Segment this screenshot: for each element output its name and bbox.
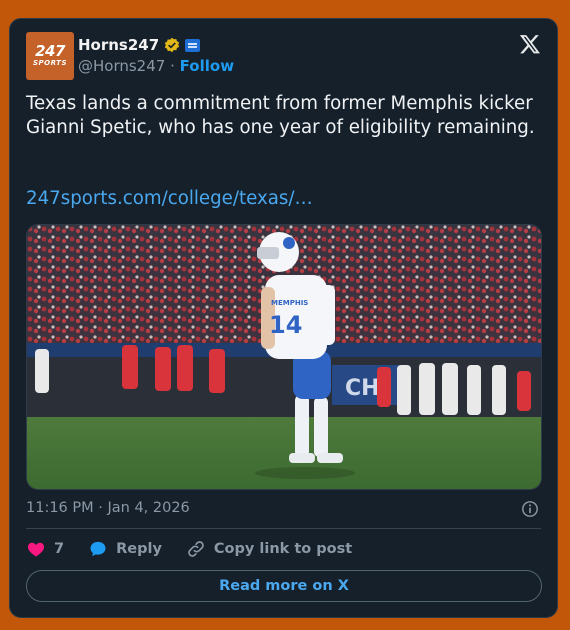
divider: [26, 528, 541, 529]
info-icon[interactable]: [521, 500, 539, 518]
verified-badge-icon: [165, 37, 180, 53]
article-link[interactable]: 247sports.com/college/texas/…: [26, 188, 313, 209]
author-handle[interactable]: @Horns247: [78, 57, 165, 75]
svg-text:14: 14: [269, 311, 302, 339]
x-logo-icon[interactable]: [519, 33, 541, 55]
author-name[interactable]: Horns247: [78, 36, 159, 54]
reply-button[interactable]: Reply: [88, 539, 162, 559]
svg-text:MEMPHIS: MEMPHIS: [271, 299, 308, 307]
read-more-button[interactable]: Read more on X: [26, 570, 542, 602]
follow-button[interactable]: Follow: [180, 57, 234, 75]
like-button[interactable]: 7: [26, 539, 64, 559]
like-count: 7: [54, 541, 65, 557]
reply-bubble-icon: [90, 541, 106, 557]
author-handle-row: @Horns247 · Follow: [78, 57, 234, 75]
reply-label: Reply: [116, 541, 162, 557]
post-card: 247 SPORTS Horns247 @Horns247 · Follow T…: [9, 18, 558, 618]
post-text: Texas lands a commitment from former Mem…: [26, 93, 535, 138]
post-image[interactable]: CH MEMPHIS 14: [26, 224, 542, 490]
svg-text:CH: CH: [345, 376, 380, 401]
separator-dot: ·: [170, 57, 175, 75]
heart-icon: [27, 542, 45, 557]
post-timestamp[interactable]: 11:16 PM · Jan 4, 2026: [26, 500, 190, 516]
avatar[interactable]: 247 SPORTS: [26, 32, 74, 80]
action-bar: 7 Reply Copy link to post: [26, 539, 376, 559]
author-name-row: Horns247: [78, 36, 201, 54]
link-icon: [188, 541, 204, 557]
avatar-logo-text: 247: [35, 42, 65, 60]
football-kicker-photo: CH MEMPHIS 14: [27, 225, 541, 489]
copy-link-button[interactable]: Copy link to post: [186, 539, 352, 559]
avatar-logo-subtext: SPORTS: [32, 59, 67, 67]
copy-link-label: Copy link to post: [213, 541, 353, 557]
affiliate-badge-icon: [185, 38, 201, 52]
